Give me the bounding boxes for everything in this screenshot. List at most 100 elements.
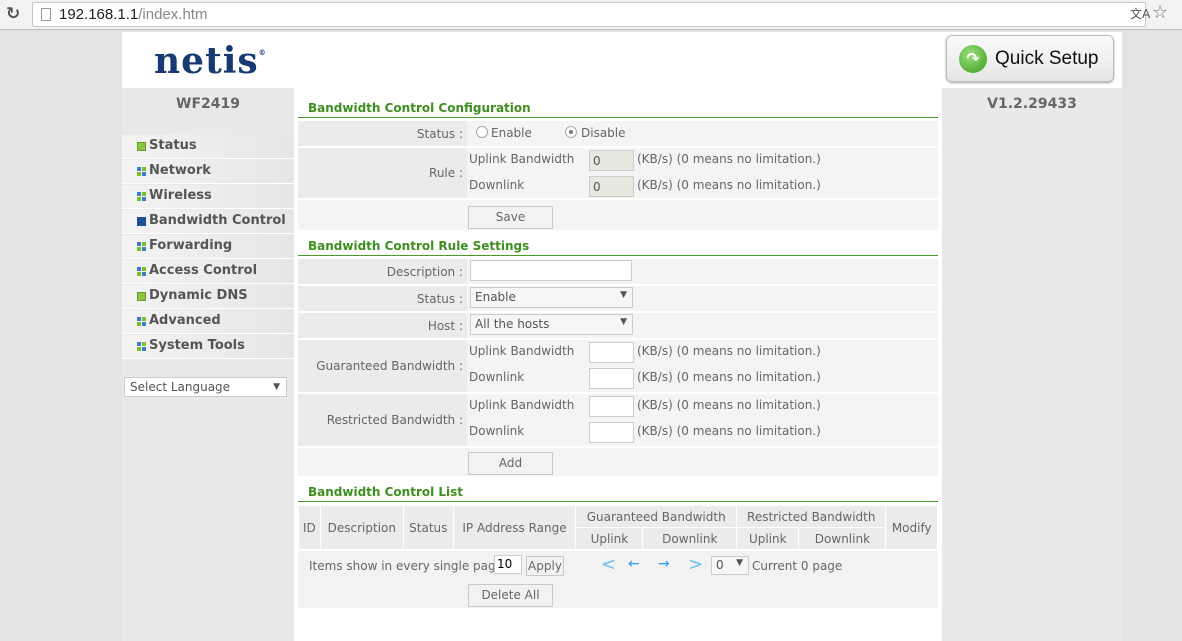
save-button[interactable]: Save [468,206,553,229]
enable-radio[interactable] [476,126,488,138]
restricted-uplink-input[interactable] [589,396,634,417]
enable-label: Enable [491,126,532,140]
current-page-label: Current 0 page [752,559,843,573]
host-row: Host : All the hosts ▼ [298,313,938,340]
bandwidth-list-table: ID Description Status IP Address Range G… [298,505,938,550]
col-description: Description [319,505,404,550]
col-guaranteed-uplink: Uplink [575,527,644,550]
guaranteed-downlink-input[interactable] [589,368,634,389]
config-rule-row: Rule : Uplink Bandwidth 0 (KB/s) (0 mean… [298,148,938,200]
description-label: Description : [386,264,463,279]
grid-icon [137,317,146,326]
page-icon [41,8,51,21]
status-icon [137,142,146,151]
unit-note: (KB/s) (0 means no limitation.) [637,344,821,358]
uplink-label: Uplink Bandwidth [469,344,575,358]
unit-note: (KB/s) (0 means no limitation.) [637,398,821,412]
col-ip-range: IP Address Range [452,505,577,550]
chevron-down-icon: ▼ [736,558,743,568]
sidebar-item-bandwidth-control[interactable]: Bandwidth Control [122,210,294,234]
col-guaranteed-downlink: Downlink [642,527,738,550]
first-page-icon[interactable]: < [601,554,616,575]
translate-icon[interactable]: 文A [1130,5,1150,22]
model-name: WF2419 [176,96,240,112]
downlink-label: Downlink [469,370,525,384]
status-label: Status : [416,126,463,141]
rule-status-row: Status : Enable ▼ [298,286,938,313]
sidebar-item-status[interactable]: Status [122,135,294,159]
restricted-downlink-input[interactable] [589,422,634,443]
section-title-list: Bandwidth Control List [298,480,938,502]
quick-setup-icon: ↷ [959,45,987,73]
col-status: Status [402,505,454,550]
disable-radio[interactable] [565,126,577,138]
add-row: Add [298,448,938,478]
chevron-down-icon: ▼ [620,290,627,300]
sidebar-item-network[interactable]: Network [122,160,294,184]
host-select[interactable]: All the hosts ▼ [470,314,633,335]
save-row: Save [298,200,938,232]
quick-setup-label: Quick Setup [995,48,1099,69]
address-bar[interactable]: 192.168.1.1/index.htm [32,2,1146,27]
col-id: ID [298,505,321,550]
add-button[interactable]: Add [468,452,553,475]
firmware-version: V1.2.29433 [987,96,1077,112]
page-select[interactable]: 0 ▼ [711,556,749,575]
next-page-icon[interactable]: → [658,556,670,572]
items-per-page-input[interactable]: 10 [494,555,522,574]
sidebar-item-forwarding[interactable]: Forwarding [122,235,294,259]
unit-note: (KB/s) (0 means no limitation.) [637,152,821,166]
uplink-label: Uplink Bandwidth [469,398,575,412]
last-page-icon[interactable]: > [688,554,703,575]
bookmark-star-icon[interactable]: ☆ [1152,2,1168,23]
grid-icon [137,167,146,176]
language-select[interactable]: Select Language ▼ [124,377,287,397]
col-restricted-uplink: Uplink [736,527,800,550]
sidebar-item-access-control[interactable]: Access Control [122,260,294,284]
grid-icon [137,342,146,351]
apply-button[interactable]: Apply [526,556,564,576]
quick-setup-button[interactable]: ↷ Quick Setup [946,35,1114,82]
netis-logo: netis® [154,40,267,82]
sidebar-item-dynamic-dns[interactable]: Dynamic DNS [122,285,294,309]
guaranteed-uplink-input[interactable] [589,342,634,363]
description-row: Description : [298,259,938,286]
dns-icon [137,292,146,301]
restricted-row: Restricted Bandwidth : Uplink Bandwidth … [298,394,938,448]
grid-icon [137,267,146,276]
downlink-label: Downlink [469,178,525,192]
description-input[interactable] [470,260,632,281]
sidebar-item-advanced[interactable]: Advanced [122,310,294,334]
url-path: /index.htm [138,6,208,23]
sidebar: WF2419 Status Network Wireless Bandwidth… [122,88,294,641]
grid-icon [137,192,146,201]
status-label: Status : [416,291,463,306]
col-modify: Modify [885,505,938,550]
host-label: Host : [427,318,463,333]
unit-note: (KB/s) (0 means no limitation.) [637,424,821,438]
guaranteed-label: Guaranteed Bandwidth : [316,359,463,373]
reload-icon[interactable]: ↻ [6,4,20,24]
col-restricted: Restricted Bandwidth [736,505,887,528]
guaranteed-row: Guaranteed Bandwidth : Uplink Bandwidth … [298,340,938,394]
url-host: 192.168.1.1 [59,6,139,23]
main-content: Bandwidth Control Configuration Status :… [294,88,942,641]
unit-note: (KB/s) (0 means no limitation.) [637,370,821,384]
sidebar-item-system-tools[interactable]: System Tools [122,335,294,359]
header: netis® ↷ Quick Setup [122,32,1122,88]
uplink-input[interactable]: 0 [589,150,634,171]
disable-label: Disable [581,126,626,140]
browser-toolbar: ↻ 192.168.1.1/index.htm 文A ☆ [0,0,1182,30]
delete-all-button[interactable]: Delete All [468,584,553,607]
prev-page-icon[interactable]: ← [628,556,640,572]
col-restricted-downlink: Downlink [798,527,887,550]
downlink-input[interactable]: 0 [589,176,634,197]
section-title-rule: Bandwidth Control Rule Settings [298,234,938,256]
sidebar-item-wireless[interactable]: Wireless [122,185,294,209]
status-select[interactable]: Enable ▼ [470,287,633,308]
config-status-row: Status : Enable Disable [298,121,938,148]
pagination-row: Items show in every single page 10 Apply… [298,551,938,608]
uplink-label: Uplink Bandwidth [469,152,575,166]
active-arrow-icon [137,217,146,226]
restricted-label: Restricted Bandwidth : [326,413,463,427]
